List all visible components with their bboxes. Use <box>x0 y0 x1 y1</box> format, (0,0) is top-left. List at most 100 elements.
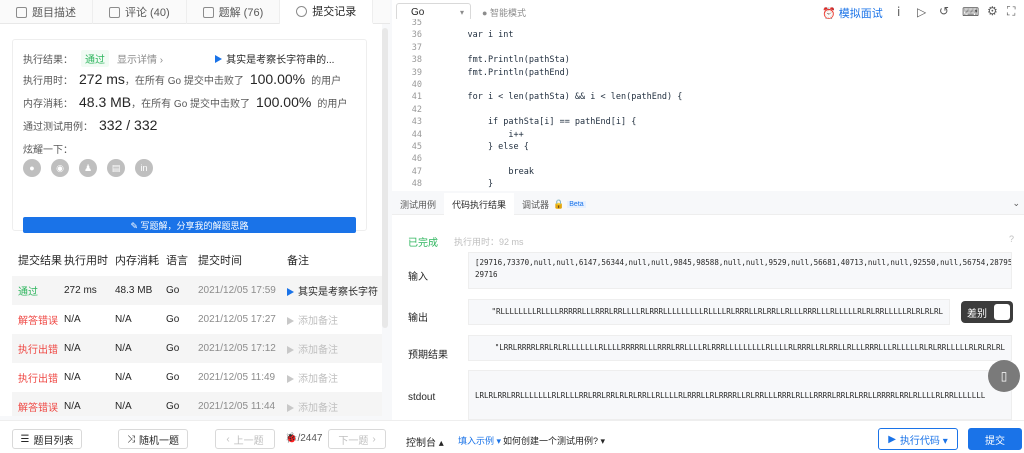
chevron-left-icon: ‹ <box>226 433 230 445</box>
diff-toggle[interactable]: 差别 <box>961 301 1013 323</box>
settings-icon[interactable]: ⚙ <box>987 4 998 18</box>
submission-panel: 执行结果： 通过 显示详情 › 其实是考察长字符串的... 执行用时： 272 … <box>0 24 382 416</box>
tab-submissions[interactable]: 提交记录 <box>280 0 374 24</box>
left-tab-bar: 题目描述 评论 (40) 题解 (76) 提交记录 <box>0 0 390 24</box>
console-tab-bar: 测试用例 代码执行结果 调试器 🔒 Beta ⌄ <box>392 193 1024 215</box>
toggle-knob <box>994 304 1010 320</box>
line-number: 37 <box>411 42 422 53</box>
wechat-icon[interactable]: ● <box>23 159 41 177</box>
smart-mode-toggle[interactable]: ● 智能模式 <box>482 6 526 19</box>
clock-icon <box>296 5 308 17</box>
bottom-bar: ☰ 题目列表 ⤨ 随机一题 ‹ 上一题 🐞/2447 下一题 › 控制台 ▴ 填入示例 … <box>0 420 1024 453</box>
table-row[interactable]: 执行出错 N/A N/A Go 2021/12/05 17:12 添加备注 <box>12 334 382 363</box>
chevron-down-icon: ▾ <box>459 7 464 17</box>
code-line: if pathSta[i] == pathEnd[i] { <box>447 117 637 128</box>
left-scrollbar[interactable] <box>382 28 388 328</box>
code-line: fmt.Println(pathSta) <box>447 55 570 66</box>
table-row[interactable]: 解答错误 N/A N/A Go 2021/12/05 11:44 添加备注 <box>12 392 382 416</box>
problem-list-button[interactable]: ☰ 题目列表 <box>12 429 82 449</box>
tab-comments[interactable]: 评论 (40) <box>93 0 187 24</box>
flag-icon <box>287 346 294 355</box>
chevron-right-icon: › <box>372 433 376 445</box>
line-number: 40 <box>411 80 422 90</box>
tab-run-result[interactable]: 代码执行结果 <box>444 193 515 215</box>
qq-icon[interactable]: ♟ <box>79 159 97 177</box>
douban-icon[interactable]: ▤ <box>107 159 125 177</box>
flag-icon <box>287 404 294 413</box>
flag-icon <box>287 375 294 384</box>
line-number: 38 <box>411 55 422 66</box>
document-icon <box>16 6 27 18</box>
line-number: 43 <box>411 117 422 128</box>
table-row[interactable]: 解答错误 N/A N/A Go 2021/12/05 17:27 添加备注 <box>12 305 382 334</box>
flask-icon <box>202 6 214 18</box>
terminal-icon[interactable]: ⌨ <box>962 5 979 19</box>
input-box: [29716,73370,null,null,6147,56344,null,n… <box>468 252 1012 289</box>
problem-counter: 🐞/2447 <box>285 433 323 444</box>
lock-icon: 🔒 <box>553 198 565 209</box>
code-line: break <box>447 166 534 177</box>
notes-float-button[interactable]: ▯ <box>988 360 1020 392</box>
weibo-icon[interactable]: ◉ <box>51 159 69 177</box>
submit-button[interactable]: 提交 <box>968 428 1022 450</box>
line-number: 47 <box>411 166 422 177</box>
play-icon[interactable]: ▷ <box>917 5 926 19</box>
code-line: fmt.Println(pathEnd) <box>447 67 570 78</box>
line-number: 36 <box>411 30 422 41</box>
line-number: 46 <box>411 154 422 165</box>
submission-table: 提交结果 执行用时 内存消耗 语言 提交时间 备注 通过 272 ms 48.3… <box>12 244 382 416</box>
comment-icon <box>109 6 120 18</box>
write-solution-button[interactable]: ✎ 写题解，分享我的解题思路 <box>23 217 356 233</box>
line-number: 39 <box>411 67 422 78</box>
expected-box: LRRLRRRRLRRLRLRLLLLLLLRLLLLRRRRRLLLRRRLR… <box>468 335 1012 361</box>
table-header: 提交结果 执行用时 内存消耗 语言 提交时间 备注 <box>18 255 309 267</box>
how-to-create-link[interactable]: 如何创建一个测试用例? ▾ <box>503 434 605 447</box>
linkedin-icon[interactable]: in <box>135 159 153 177</box>
notebook-icon: ▯ <box>1000 369 1008 383</box>
console-results: 已完成 执行用时：92 ms ? 输入 [29716,73370,null,nu… <box>392 215 1024 420</box>
code-line: var i int <box>447 30 514 41</box>
table-row[interactable]: 执行出错 N/A N/A Go 2021/12/05 11:49 添加备注 <box>12 363 382 392</box>
output-box: RLLLLLLLLRLLLLRRRRRLLLRRRLRRLLLLRLRRRLLL… <box>468 299 950 325</box>
info-icon[interactable]: ⅰ <box>897 5 900 19</box>
fill-example-dropdown[interactable]: 填入示例 ▾ <box>458 434 501 447</box>
line-number: 41 <box>411 92 422 103</box>
code-editor[interactable]: 35 36 var i int 37 38 fmt.Println(pathSta) 3… <box>392 19 1024 191</box>
dot-icon: ● <box>482 8 490 18</box>
collapse-icon[interactable]: ⌄ <box>1012 198 1020 209</box>
console-toggle[interactable]: 控制台 ▴ <box>406 434 444 449</box>
flag-icon <box>215 54 223 63</box>
code-line: i++ <box>447 129 524 140</box>
beta-badge: Beta <box>567 200 586 208</box>
fullscreen-icon[interactable]: ⛶ <box>1007 4 1015 19</box>
tab-solutions[interactable]: 题解 (76) <box>187 0 281 24</box>
memory-value: 48.3 MB <box>79 94 132 110</box>
prev-button[interactable]: ‹ 上一题 <box>215 429 275 449</box>
line-number: 44 <box>411 129 422 140</box>
list-icon: ☰ <box>20 433 30 445</box>
tab-description[interactable]: 题目描述 <box>0 0 93 24</box>
line-number: 48 <box>411 179 422 190</box>
flag-icon <box>287 317 294 326</box>
help-icon[interactable]: ? <box>1009 234 1014 244</box>
tab-debugger[interactable]: 调试器 🔒 Beta <box>514 193 594 215</box>
reset-icon[interactable]: ↺ <box>939 4 949 18</box>
result-status: 通过 <box>81 50 109 67</box>
play-icon: ▶ <box>888 433 896 445</box>
note-text[interactable]: 其实是考察长字符串的... <box>226 51 334 66</box>
line-number: 35 <box>411 19 422 28</box>
shuffle-icon: ⤨ <box>127 433 135 445</box>
run-code-button[interactable]: ▶ 执行代码 ▾ <box>878 428 958 450</box>
table-row[interactable]: 通过 272 ms 48.3 MB Go 2021/12/05 17:59 其实… <box>12 276 382 305</box>
line-number: 42 <box>411 104 422 115</box>
flag-icon <box>287 288 294 297</box>
line-number: 45 <box>411 142 422 152</box>
show-details-link[interactable]: 显示详情 › <box>117 51 163 66</box>
next-button[interactable]: 下一题 › <box>328 429 386 449</box>
random-problem-button[interactable]: ⤨ 随机一题 <box>118 429 188 449</box>
tab-test-cases[interactable]: 测试用例 <box>392 193 444 215</box>
run-status: 已完成 <box>408 238 438 249</box>
test-cases-value: 332 / 332 <box>99 117 158 133</box>
code-line: } else { <box>447 142 529 152</box>
code-line: for i < len(pathSta) && i < len(pathEnd)… <box>447 92 683 103</box>
